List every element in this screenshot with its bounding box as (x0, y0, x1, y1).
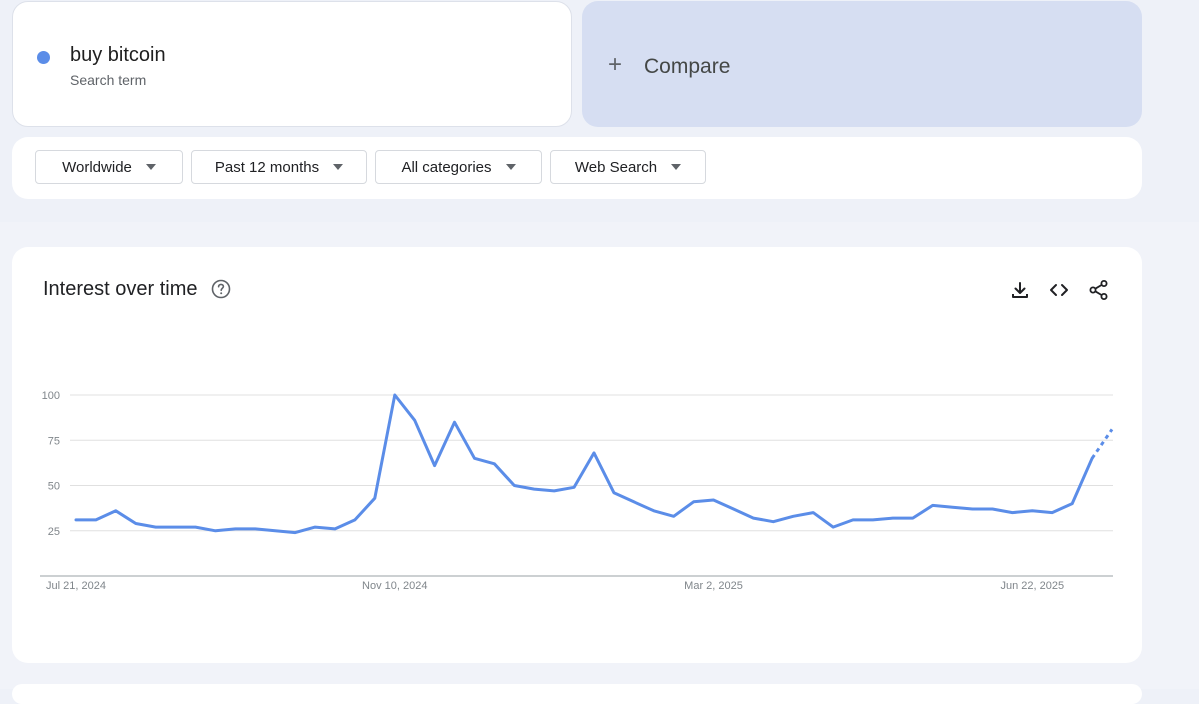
category-dropdown[interactable]: All categories (375, 150, 542, 184)
data-point (990, 507, 994, 511)
data-point (413, 418, 417, 422)
data-point (731, 507, 735, 511)
data-point (472, 456, 476, 460)
next-section-card (12, 684, 1142, 704)
search-term-type: Search term (70, 72, 147, 88)
search-type-dropdown[interactable]: Web Search (550, 150, 706, 184)
data-point (233, 527, 237, 531)
region-dropdown[interactable]: Worldwide (35, 150, 183, 184)
compare-button[interactable]: + Compare (582, 1, 1142, 127)
search-type-dropdown-label: Web Search (574, 158, 658, 176)
data-point (831, 525, 835, 529)
data-point (612, 491, 616, 495)
region-dropdown-label: Worldwide (62, 158, 132, 176)
data-point (712, 498, 716, 502)
data-point (1050, 511, 1054, 515)
data-point (313, 525, 317, 529)
plus-icon: + (608, 51, 623, 78)
data-point (1070, 502, 1074, 506)
data-point (492, 462, 496, 466)
data-point (692, 500, 696, 504)
data-point (453, 420, 457, 424)
data-point (811, 511, 815, 515)
data-point (971, 507, 975, 511)
data-point (512, 484, 516, 488)
dropdown-arrow-icon (505, 164, 516, 170)
data-point (891, 516, 895, 520)
data-point (433, 464, 437, 468)
data-point (931, 503, 935, 507)
data-point (213, 529, 217, 533)
data-point (552, 489, 556, 493)
data-point (871, 518, 875, 522)
data-point (1030, 509, 1034, 513)
category-dropdown-label: All categories (401, 158, 492, 176)
data-point (194, 525, 198, 529)
search-term-card[interactable]: buy bitcoin Search term (12, 1, 572, 127)
data-point (751, 516, 755, 520)
x-tick-label: Nov 10, 2024 (362, 580, 427, 592)
data-point (911, 516, 915, 520)
data-point (851, 518, 855, 522)
interest-line-chart: 25 50 75 100 Jul 21, 2024 Nov 10, 2024 Mar 2, … (40, 390, 1114, 592)
data-point (652, 509, 656, 513)
dropdown-arrow-icon (145, 164, 156, 170)
data-point (393, 393, 397, 397)
y-tick-label: 25 (48, 526, 60, 538)
filter-bar: Worldwide Past 12 months All categories … (12, 137, 1142, 199)
x-tick-label: Jun 22, 2025 (1000, 580, 1064, 592)
data-point (353, 518, 357, 522)
interest-over-time-card: Interest over time 25 50 75 100 Jul 21, 2024… (12, 247, 1142, 663)
data-point (572, 485, 576, 489)
series-line (74, 393, 1094, 535)
y-tick-label: 100 (42, 390, 60, 402)
series-line-partial (1090, 428, 1114, 460)
data-point (293, 531, 297, 535)
dropdown-arrow-icon (333, 164, 344, 170)
data-point (253, 527, 257, 531)
time-range-dropdown-label: Past 12 months (214, 158, 320, 176)
data-point (333, 527, 337, 531)
data-point (273, 529, 277, 533)
series-color-dot (37, 51, 50, 64)
data-point (672, 514, 676, 518)
y-tick-label: 75 (48, 435, 60, 447)
data-point (134, 522, 138, 526)
data-point (74, 518, 78, 522)
data-point (791, 514, 795, 518)
data-point (114, 509, 118, 513)
data-point (951, 505, 955, 509)
time-range-dropdown[interactable]: Past 12 months (191, 150, 367, 184)
data-point (373, 496, 377, 500)
data-point (154, 525, 158, 529)
data-point (592, 451, 596, 455)
compare-label: Compare (644, 55, 731, 78)
search-term-name[interactable]: buy bitcoin (70, 44, 166, 67)
data-point (1110, 427, 1114, 431)
data-point (174, 525, 178, 529)
x-tick-label: Jul 21, 2024 (46, 580, 106, 592)
data-point (532, 487, 536, 491)
data-point (1010, 511, 1014, 515)
data-point (1090, 456, 1094, 460)
data-point (771, 520, 775, 524)
x-tick-label: Mar 2, 2025 (684, 580, 743, 592)
data-point (94, 518, 98, 522)
y-tick-label: 50 (48, 481, 60, 493)
data-point (632, 500, 636, 504)
dropdown-arrow-icon (671, 164, 682, 170)
